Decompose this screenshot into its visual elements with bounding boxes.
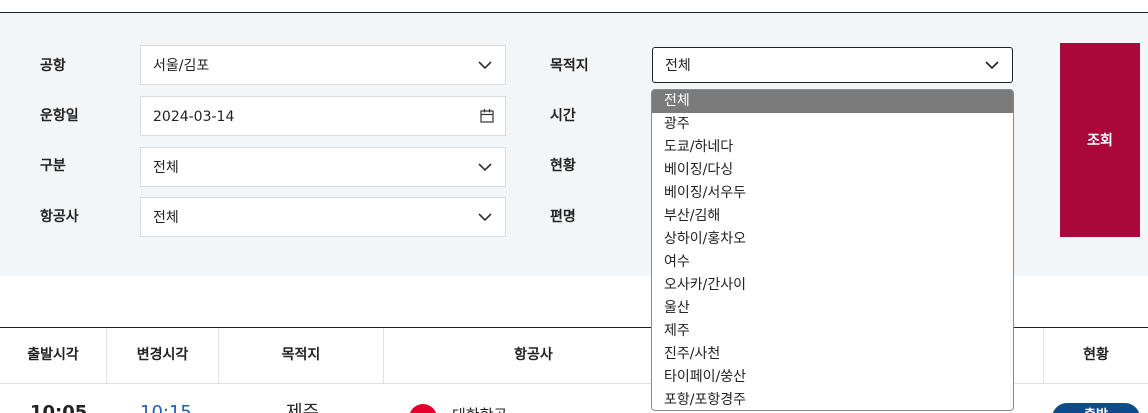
dropdown-option[interactable]: 전체 xyxy=(652,90,1013,113)
dropdown-option[interactable]: 부산/김해 xyxy=(652,205,1013,228)
column-header-changed-time[interactable]: 변경시각 xyxy=(107,328,219,384)
row-departure-time: 10:05 xyxy=(30,402,88,413)
dropdown-option[interactable]: 제주 xyxy=(652,320,1013,343)
search-button[interactable]: 조회 xyxy=(1060,43,1140,237)
flight-label: 편명 xyxy=(550,209,576,225)
destination-dropdown-list[interactable]: 전체 광주 도쿄/하네다 베이징/다싱 베이징/서우두 부산/김해 상하이/홍차… xyxy=(651,89,1014,411)
airline-select[interactable]: 전체 xyxy=(140,197,506,237)
calendar-icon[interactable] xyxy=(479,108,495,124)
dropdown-option[interactable]: 울산 xyxy=(652,297,1013,320)
destination-select-value: 전체 xyxy=(665,58,691,74)
dropdown-option[interactable]: 타이페이/쑹산 xyxy=(652,366,1013,389)
status-label: 현황 xyxy=(550,158,576,174)
column-header-airline[interactable]: 항공사 xyxy=(384,328,684,384)
airport-label: 공항 xyxy=(40,58,66,74)
airline-select-value: 전체 xyxy=(153,210,179,226)
chevron-down-icon xyxy=(478,213,492,222)
status-badge: 출발 xyxy=(1052,403,1140,413)
column-header-status[interactable]: 현황 xyxy=(1044,328,1148,384)
dropdown-option[interactable]: 상하이/홍차오 xyxy=(652,228,1013,251)
dropdown-option[interactable]: 도쿄/하네다 xyxy=(652,136,1013,159)
row-destination: 제주 xyxy=(286,402,320,413)
category-select-value: 전체 xyxy=(153,160,179,176)
time-label: 시간 xyxy=(550,108,576,124)
column-header-destination[interactable]: 목적지 xyxy=(219,328,384,384)
category-select[interactable]: 전체 xyxy=(140,147,506,187)
dropdown-option[interactable]: 광주 xyxy=(652,113,1013,136)
dropdown-option[interactable]: 베이징/다싱 xyxy=(652,159,1013,182)
category-label: 구분 xyxy=(40,158,66,174)
row-airline: 대한항공 xyxy=(452,404,507,413)
airline-logo-icon xyxy=(409,404,437,413)
dropdown-option[interactable]: 베이징/서우두 xyxy=(652,182,1013,205)
airline-label: 항공사 xyxy=(40,209,79,225)
dropdown-option[interactable]: 여수 xyxy=(652,251,1013,274)
chevron-down-icon xyxy=(478,61,492,70)
column-header-departure-time[interactable]: 출발시각 xyxy=(0,328,107,384)
date-input-value: 2024-03-14 xyxy=(153,109,235,125)
destination-select[interactable]: 전체 xyxy=(652,47,1013,83)
row-changed-time: 10:15 xyxy=(140,402,192,413)
dropdown-option[interactable]: 포항/포항경주 xyxy=(652,389,1013,410)
dropdown-option[interactable]: 오사카/간사이 xyxy=(652,274,1013,297)
chevron-down-icon xyxy=(985,61,999,70)
airport-select[interactable]: 서울/김포 xyxy=(140,45,506,85)
airport-select-value: 서울/김포 xyxy=(153,58,210,74)
dropdown-option[interactable]: 진주/사천 xyxy=(652,343,1013,366)
chevron-down-icon xyxy=(478,163,492,172)
destination-label: 목적지 xyxy=(550,58,589,74)
search-button-label: 조회 xyxy=(1087,132,1113,148)
date-input[interactable]: 2024-03-14 xyxy=(140,96,506,136)
date-label: 운항일 xyxy=(40,108,79,124)
